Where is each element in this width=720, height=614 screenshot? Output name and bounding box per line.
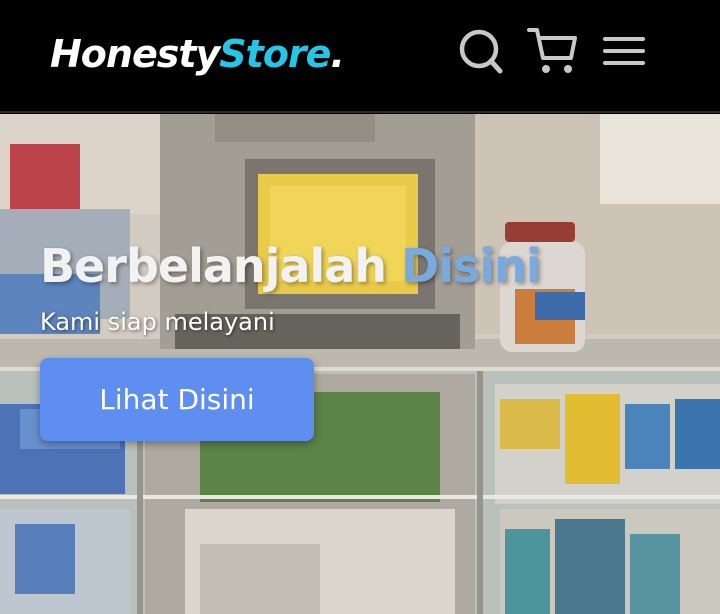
search-icon[interactable] <box>455 26 507 76</box>
hero-title-part2: Disini <box>401 239 542 293</box>
view-here-button[interactable]: Lihat Disini <box>40 358 314 441</box>
hero-subtitle: Kami siap melayani <box>40 308 275 336</box>
hamburger-menu-icon[interactable] <box>601 26 647 76</box>
brand-name-part2: Store <box>219 32 331 76</box>
hero-section: Berbelanjalah Disini Kami siap melayani … <box>0 114 720 614</box>
hero-title-part1: Berbelanjalah <box>40 239 387 293</box>
brand-logo[interactable]: HonestyStore. <box>50 30 345 78</box>
brand-name-dot: . <box>330 32 344 76</box>
cart-icon[interactable] <box>527 26 579 76</box>
brand-name-part1: Honesty <box>50 32 220 76</box>
hero-title: Berbelanjalah Disini <box>40 238 542 294</box>
navbar: HonestyStore. <box>0 0 720 113</box>
